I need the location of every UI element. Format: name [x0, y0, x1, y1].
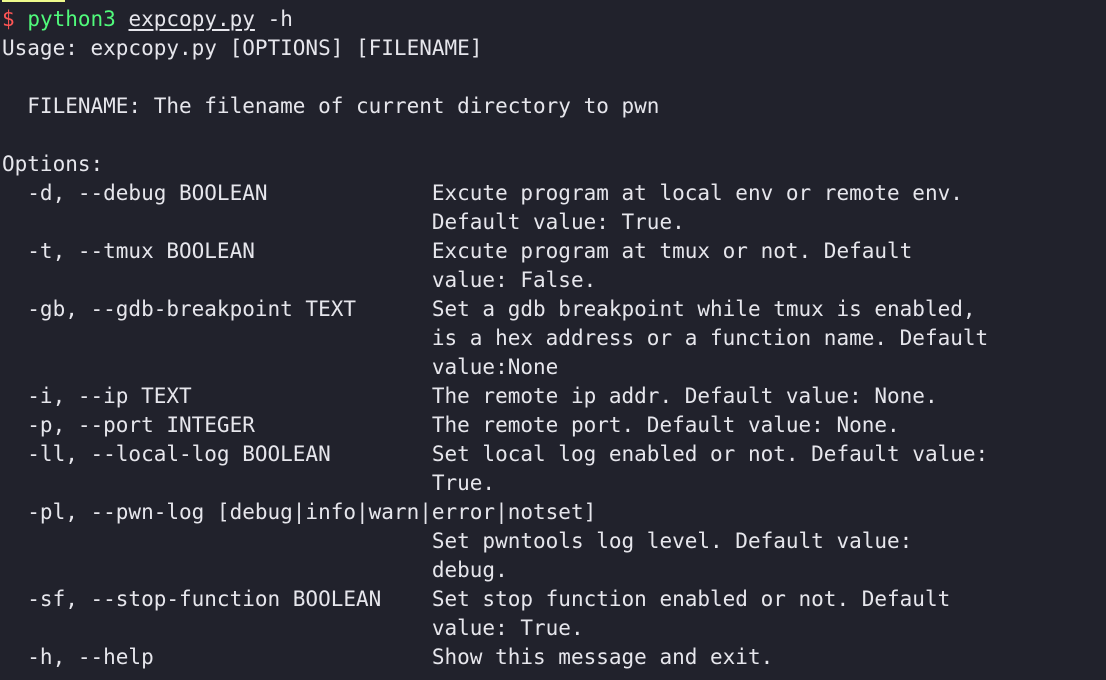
terminal-window[interactable]: $ python3 expcopy.py -h Usage: expcopy.p…	[0, 0, 1106, 680]
option-description-line: value: False.	[2, 268, 597, 292]
option-description-line: debug.	[2, 558, 508, 582]
terminal-scrollback: $ python3 expcopy.py -h Usage: expcopy.p…	[0, 0, 1106, 672]
option-description-line: Default value: True.	[2, 210, 685, 234]
option-row: -t, --tmux BOOLEAN Excute program at tmu…	[0, 237, 1106, 295]
command-flag: -h	[267, 7, 293, 31]
option-row: -gb, --gdb-breakpoint TEXT Set a gdb bre…	[0, 295, 1106, 382]
option-row: -sf, --stop-function BOOLEAN Set stop fu…	[0, 585, 1106, 643]
option-row: -pl, --pwn-log [debug|info|warn|error|no…	[0, 498, 1106, 585]
option-description-line: is a hex address or a function name. Def…	[2, 326, 989, 350]
prompt-space-3	[255, 7, 268, 31]
scrollback-highlight	[2, 0, 66, 2]
prompt-line[interactable]: $ python3 expcopy.py -h	[0, 5, 1106, 34]
option-flags-line: -ll, --local-log BOOLEAN Set local log e…	[2, 442, 989, 466]
option-description-line: Set pwntools log level. Default value:	[2, 529, 913, 553]
command-argument: expcopy.py	[128, 7, 255, 31]
option-flags-line: -h, --help Show this message and exit.	[2, 645, 774, 669]
option-row: -d, --debug BOOLEAN Excute program at lo…	[0, 179, 1106, 237]
option-flags-line: -sf, --stop-function BOOLEAN Set stop fu…	[2, 587, 951, 611]
option-description-line: value:None	[2, 355, 559, 379]
option-flags-line: -i, --ip TEXT The remote ip addr. Defaul…	[2, 384, 938, 408]
filename-help-line: FILENAME: The filename of current direct…	[2, 94, 660, 118]
option-flags-line: -d, --debug BOOLEAN Excute program at lo…	[2, 181, 963, 205]
usage-line: Usage: expcopy.py [OPTIONS] [FILENAME]	[2, 36, 483, 60]
prompt-symbol: $	[2, 7, 15, 31]
prompt-space-1	[15, 7, 28, 31]
options-list: -d, --debug BOOLEAN Excute program at lo…	[0, 179, 1106, 672]
option-description-line: value: True.	[2, 616, 584, 640]
option-row: -p, --port INTEGER The remote port. Defa…	[0, 411, 1106, 440]
option-row: -ll, --local-log BOOLEAN Set local log e…	[0, 440, 1106, 498]
option-row: -h, --help Show this message and exit.	[0, 643, 1106, 672]
option-row: -i, --ip TEXT The remote ip addr. Defaul…	[0, 382, 1106, 411]
options-heading: Options:	[2, 152, 104, 176]
option-flags-line: -pl, --pwn-log [debug|info|warn|error|no…	[2, 500, 597, 524]
prompt-space-2	[116, 7, 129, 31]
option-flags-line: -p, --port INTEGER The remote port. Defa…	[2, 413, 900, 437]
option-description-line: True.	[2, 471, 496, 495]
option-flags-line: -gb, --gdb-breakpoint TEXT Set a gdb bre…	[2, 297, 976, 321]
command-name: python3	[27, 7, 116, 31]
option-flags-line: -t, --tmux BOOLEAN Excute program at tmu…	[2, 239, 913, 263]
